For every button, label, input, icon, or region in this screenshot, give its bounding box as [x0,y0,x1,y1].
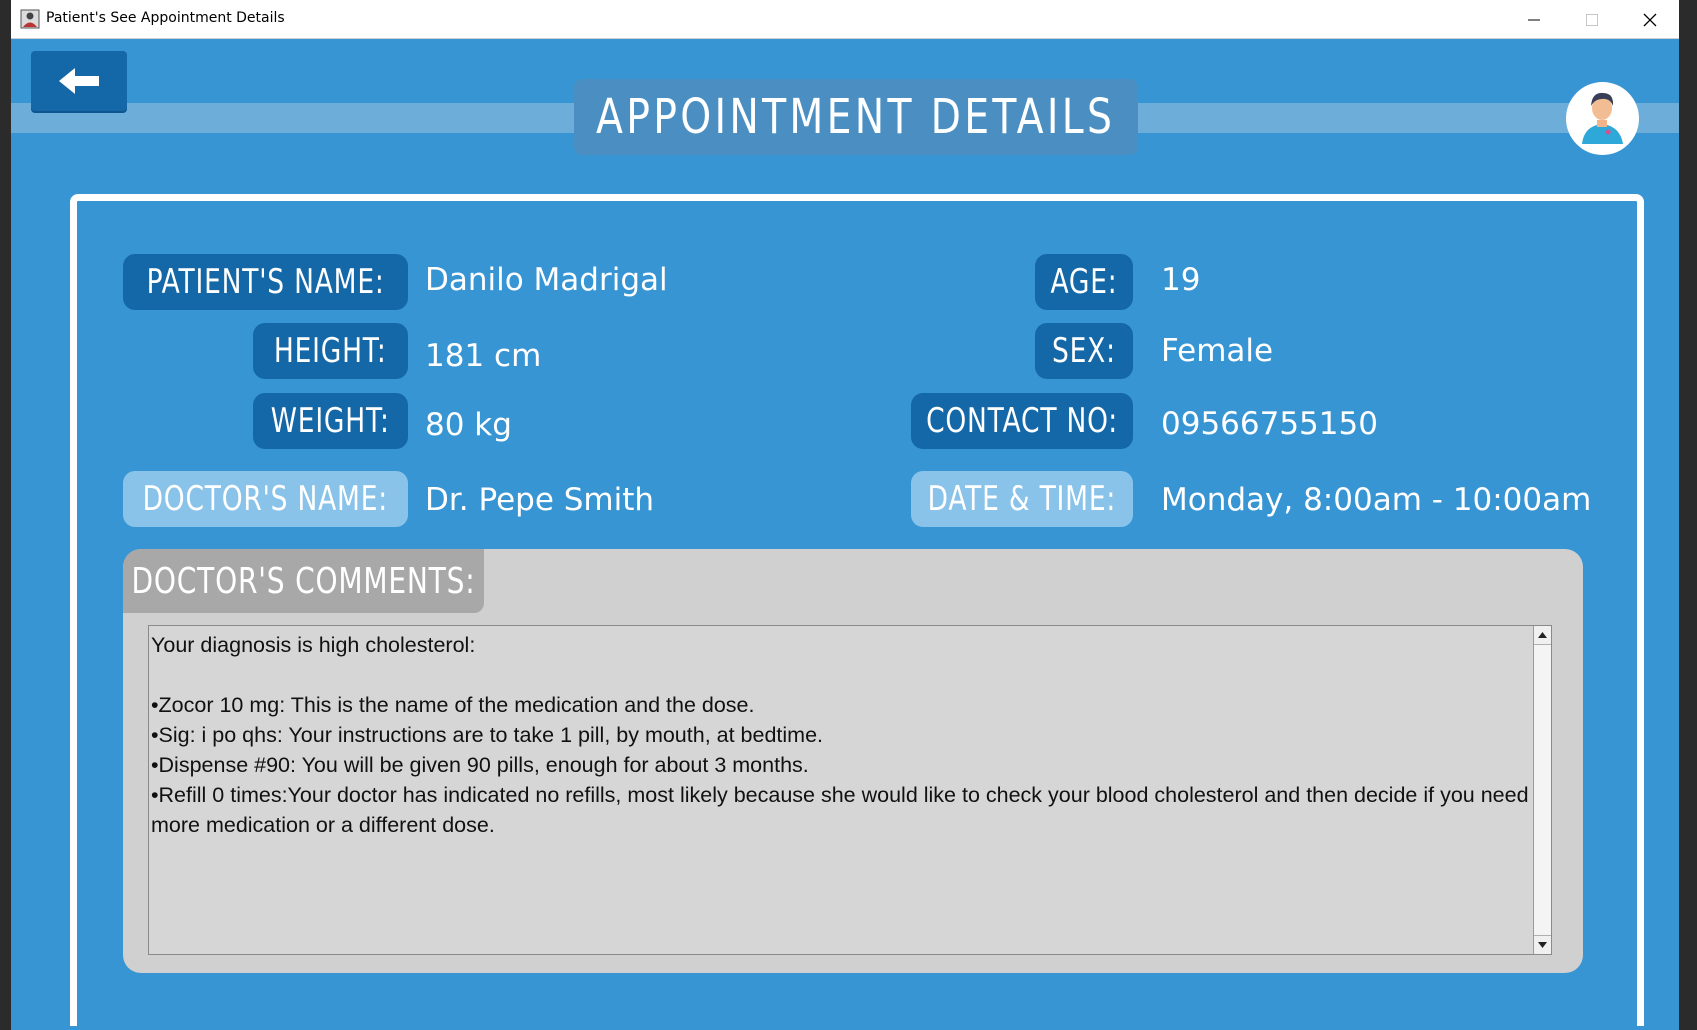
comments-scrollbar[interactable] [1533,626,1551,954]
sex-value: Female [1161,333,1274,369]
minimize-icon [1528,19,1540,21]
minimize-button[interactable] [1505,0,1563,38]
app-window: Patient's See Appointment Details APPOIN… [11,0,1679,1030]
contact-value: 09566755150 [1161,406,1378,442]
window-title: Patient's See Appointment Details [46,10,285,26]
weight-value: 80 kg [425,407,512,443]
contact-label: CONTACT NO: [911,393,1133,449]
back-button[interactable] [31,51,127,111]
close-icon [1643,13,1657,27]
app-icon [20,9,40,29]
scroll-track[interactable] [1534,645,1551,935]
scroll-down-button[interactable] [1534,935,1551,954]
page-title: APPOINTMENT DETAILS [596,89,1116,145]
weight-label: WEIGHT: [253,393,408,449]
title-bar[interactable]: Patient's See Appointment Details [11,0,1679,39]
patient-name-value: Danilo Madrigal [425,262,668,298]
chevron-down-icon [1538,942,1547,948]
comments-text[interactable]: Your diagnosis is high cholesterol: •Zoc… [151,630,1533,840]
sex-label: SEX: [1035,323,1133,379]
chevron-up-icon [1538,632,1547,638]
maximize-icon [1586,14,1598,26]
age-label: AGE: [1035,254,1133,310]
height-label: HEIGHT: [253,323,408,379]
arrow-left-icon [59,68,99,94]
user-avatar-icon[interactable] [1566,82,1639,155]
patient-name-label: PATIENT'S NAME: [123,254,408,310]
comments-label: DOCTOR'S COMMENTS: [123,549,484,613]
doctor-name-value: Dr. Pepe Smith [425,482,655,518]
page-title-box: APPOINTMENT DETAILS [574,79,1138,155]
datetime-label: DATE & TIME: [911,471,1133,527]
datetime-value: Monday, 8:00am - 10:00am [1161,482,1592,518]
age-value: 19 [1161,262,1201,298]
maximize-button[interactable] [1563,0,1621,38]
avatar-figure [1582,92,1623,144]
close-button[interactable] [1621,0,1679,38]
doctor-name-label: DOCTOR'S NAME: [123,471,408,527]
comments-textarea[interactable]: Your diagnosis is high cholesterol: •Zoc… [148,625,1552,955]
height-value: 181 cm [425,338,542,374]
scroll-up-button[interactable] [1534,626,1551,645]
